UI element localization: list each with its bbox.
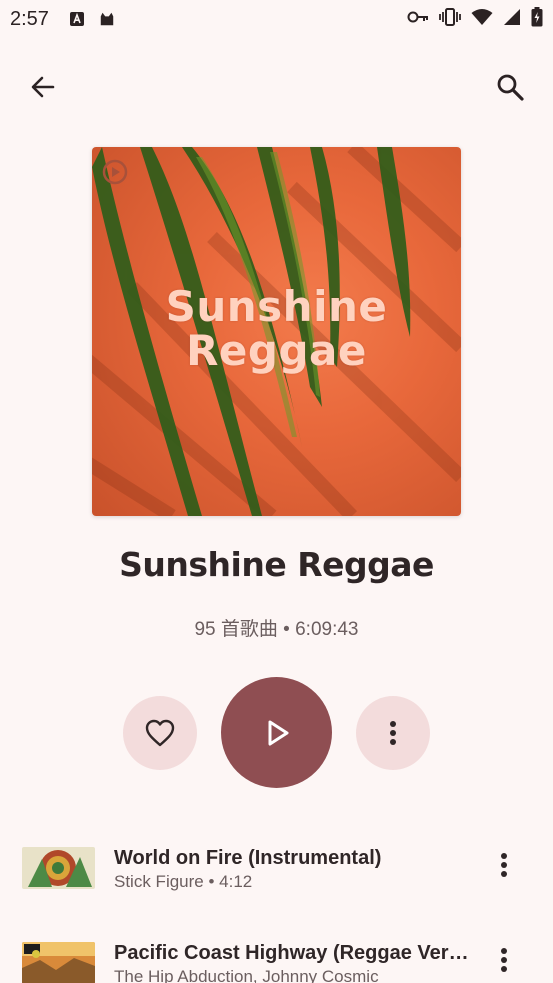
youtube-music-badge-icon xyxy=(101,158,129,186)
search-button[interactable] xyxy=(489,66,531,108)
track-thumbnail xyxy=(22,847,95,889)
arrow-back-icon xyxy=(31,76,55,98)
more-vert-icon xyxy=(501,948,507,972)
track-more-button[interactable] xyxy=(488,843,520,887)
play-icon xyxy=(268,720,288,745)
vibrate-icon xyxy=(439,7,461,31)
track-more-button[interactable] xyxy=(488,938,520,982)
a-badge-icon xyxy=(69,11,85,27)
signal-icon xyxy=(503,8,521,31)
playlist-cover: Sunshine Reggae xyxy=(92,147,461,516)
status-bar: 2:57 xyxy=(0,0,553,38)
playlist-title: Sunshine Reggae xyxy=(119,545,434,584)
top-app-bar xyxy=(0,60,553,112)
cover-title: Sunshine Reggae xyxy=(92,285,461,373)
more-vert-icon xyxy=(390,721,396,745)
wifi-icon xyxy=(471,8,493,31)
track-row[interactable]: Pacific Coast Highway (Reggae Version) T… xyxy=(0,934,553,983)
track-row[interactable]: World on Fire (Instrumental) Stick Figur… xyxy=(0,839,553,915)
track-subtitle: The Hip Abduction, Johnny Cosmic xyxy=(114,967,379,983)
more-options-button[interactable] xyxy=(356,696,430,770)
cat-icon xyxy=(99,11,115,27)
track-title: Pacific Coast Highway (Reggae Version) xyxy=(114,942,474,964)
cover-title-line: Sunshine xyxy=(165,282,388,331)
playlist-meta: 95 首歌曲 • 6:09:43 xyxy=(194,619,359,640)
status-icons xyxy=(407,6,543,32)
more-vert-icon xyxy=(501,853,507,877)
cover-title-line: Reggae xyxy=(186,326,367,375)
vpn-key-icon xyxy=(407,10,429,29)
like-button[interactable] xyxy=(123,696,197,770)
track-title: World on Fire (Instrumental) xyxy=(114,847,382,869)
track-subtitle: Stick Figure • 4:12 xyxy=(114,872,253,891)
heart-outline-icon xyxy=(145,719,175,747)
back-button[interactable] xyxy=(22,66,64,108)
status-time: 2:57 xyxy=(10,7,49,30)
track-thumbnail xyxy=(22,942,95,983)
play-button[interactable] xyxy=(221,677,332,788)
search-icon xyxy=(497,74,524,101)
battery-charging-icon xyxy=(531,6,543,32)
